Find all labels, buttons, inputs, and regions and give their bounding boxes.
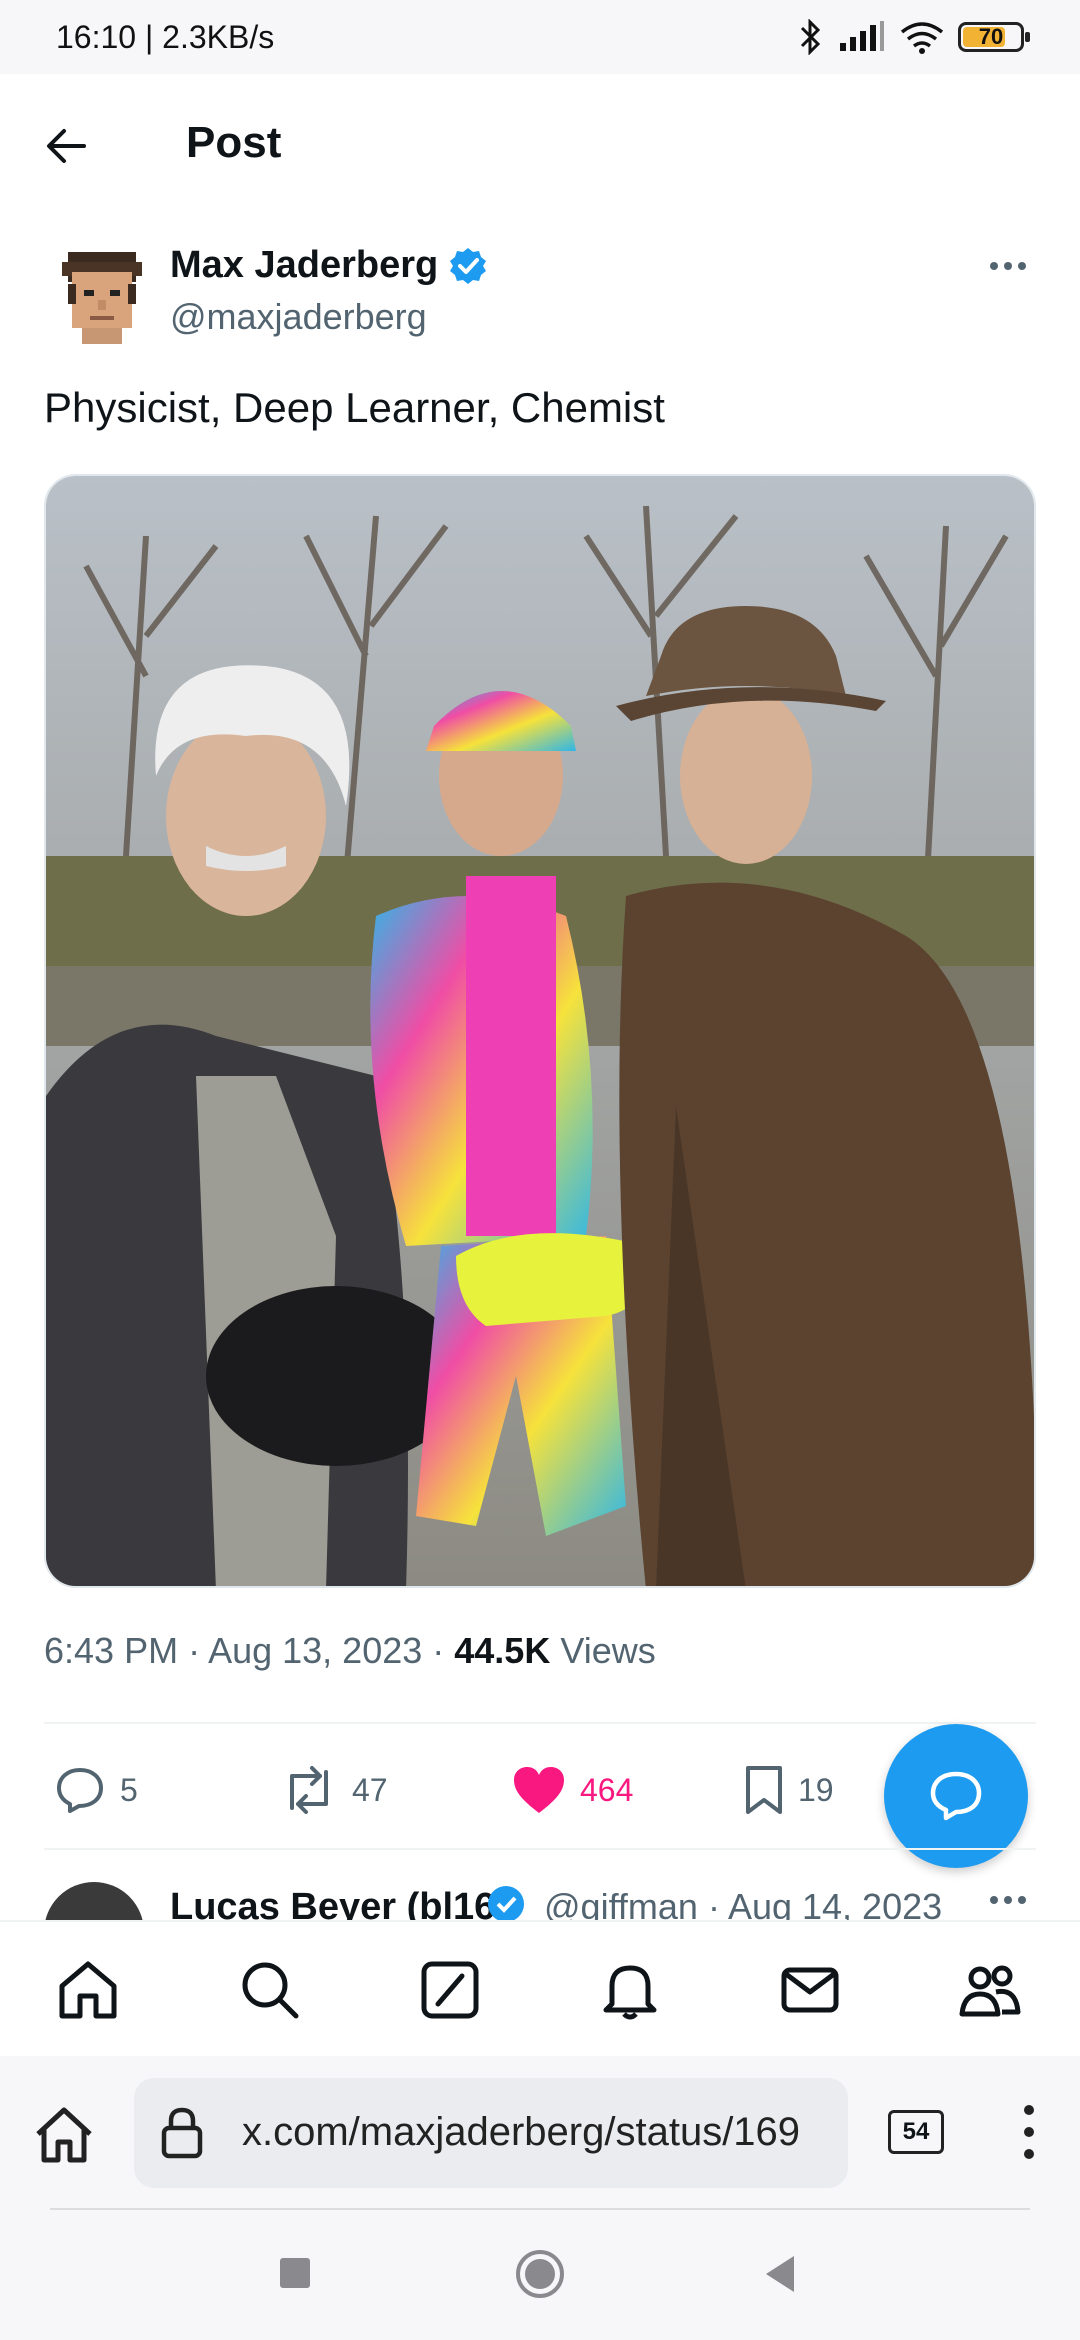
browser-menu-icon[interactable] — [1022, 2104, 1036, 2160]
views-label: Views — [550, 1630, 656, 1671]
reply-icon — [57, 1768, 103, 1813]
like-button[interactable]: 464 — [512, 1750, 633, 1830]
post-header: Post — [0, 74, 1080, 214]
reply-button[interactable]: 5 — [54, 1750, 138, 1830]
avatar[interactable] — [54, 244, 150, 344]
compose-reply-fab[interactable] — [884, 1724, 1028, 1868]
post-author: Max Jaderberg @maxjaderberg — [44, 240, 1036, 350]
verified-badge-icon — [488, 1886, 524, 1920]
divider — [44, 1722, 1036, 1724]
post-time: 6:43 PM · Aug 13, 2023 · — [44, 1630, 455, 1671]
post-timestamp: 6:43 PM · Aug 13, 2023 · 44.5K Views — [44, 1630, 656, 1672]
notifications-bell-icon[interactable] — [598, 1958, 662, 2022]
verified-badge-icon — [450, 247, 487, 284]
status-bar: 16:10 | 2.3KB/s 70 — [0, 0, 1080, 74]
battery-icon: 70 — [958, 22, 1030, 52]
browser-home-icon[interactable] — [34, 2106, 94, 2164]
divider — [44, 1848, 1036, 1850]
repost-icon — [290, 1766, 328, 1814]
system-navigation-bar — [0, 2214, 1080, 2340]
views-count: 44.5K — [454, 1630, 551, 1671]
messages-envelope-icon[interactable] — [778, 1958, 842, 2022]
tab-count-button[interactable]: 54 — [888, 2110, 944, 2154]
more-options-icon[interactable] — [988, 1894, 1028, 1906]
author-name[interactable]: Max Jaderberg — [170, 244, 438, 287]
reply-preview[interactable]: Lucas Beyer (bl16 @giffman · Aug 14, 202… — [44, 1880, 1036, 1920]
address-bar[interactable]: x.com/maxjaderberg/status/169 — [134, 2078, 848, 2188]
post-image[interactable] — [44, 474, 1036, 1588]
status-time: 16:10 | 2.3KB/s — [56, 18, 275, 55]
repost-count: 47 — [352, 1771, 388, 1808]
action-bar: 5 47 464 19 — [44, 1750, 904, 1830]
bluetooth-icon — [800, 19, 821, 55]
avatar[interactable] — [44, 1882, 144, 1920]
back-triangle-icon[interactable] — [762, 2254, 798, 2294]
lock-icon — [161, 2107, 203, 2159]
page-title: Post — [186, 118, 282, 167]
divider — [50, 2208, 1030, 2210]
chat-bubble-icon — [930, 1771, 982, 1821]
bookmark-count: 19 — [798, 1771, 834, 1808]
bookmark-icon — [746, 1766, 782, 1814]
grok-icon[interactable] — [418, 1958, 482, 2022]
communities-icon[interactable] — [958, 1958, 1022, 2022]
more-options-icon[interactable] — [988, 260, 1028, 272]
reply-author-name: Lucas Beyer (bl16 — [170, 1886, 496, 1920]
bookmark-button[interactable]: 19 — [744, 1750, 834, 1830]
back-arrow-icon[interactable] — [44, 124, 88, 168]
author-handle[interactable]: @maxjaderberg — [170, 296, 427, 338]
post-text: Physicist, Deep Learner, Chemist — [44, 384, 665, 431]
url-text: x.com/maxjaderberg/status/169 — [242, 2110, 801, 2154]
heart-icon — [514, 1767, 564, 1813]
signal-icon — [840, 21, 884, 51]
wifi-icon — [900, 22, 944, 54]
browser-toolbar: x.com/maxjaderberg/status/169 54 — [0, 2056, 1080, 2214]
reply-meta: @giffman · Aug 14, 2023 — [544, 1886, 943, 1920]
home-icon[interactable] — [56, 1958, 120, 2022]
bottom-navigation — [0, 1920, 1080, 2056]
search-icon[interactable] — [238, 1958, 302, 2022]
home-circle-icon[interactable] — [514, 2248, 566, 2300]
post-photo — [46, 476, 1034, 1586]
battery-level: 70 — [978, 24, 1004, 49]
reply-count: 5 — [120, 1771, 138, 1808]
recents-square-icon[interactable] — [278, 2256, 312, 2290]
repost-button[interactable]: 47 — [280, 1750, 388, 1830]
like-count: 464 — [580, 1771, 634, 1808]
